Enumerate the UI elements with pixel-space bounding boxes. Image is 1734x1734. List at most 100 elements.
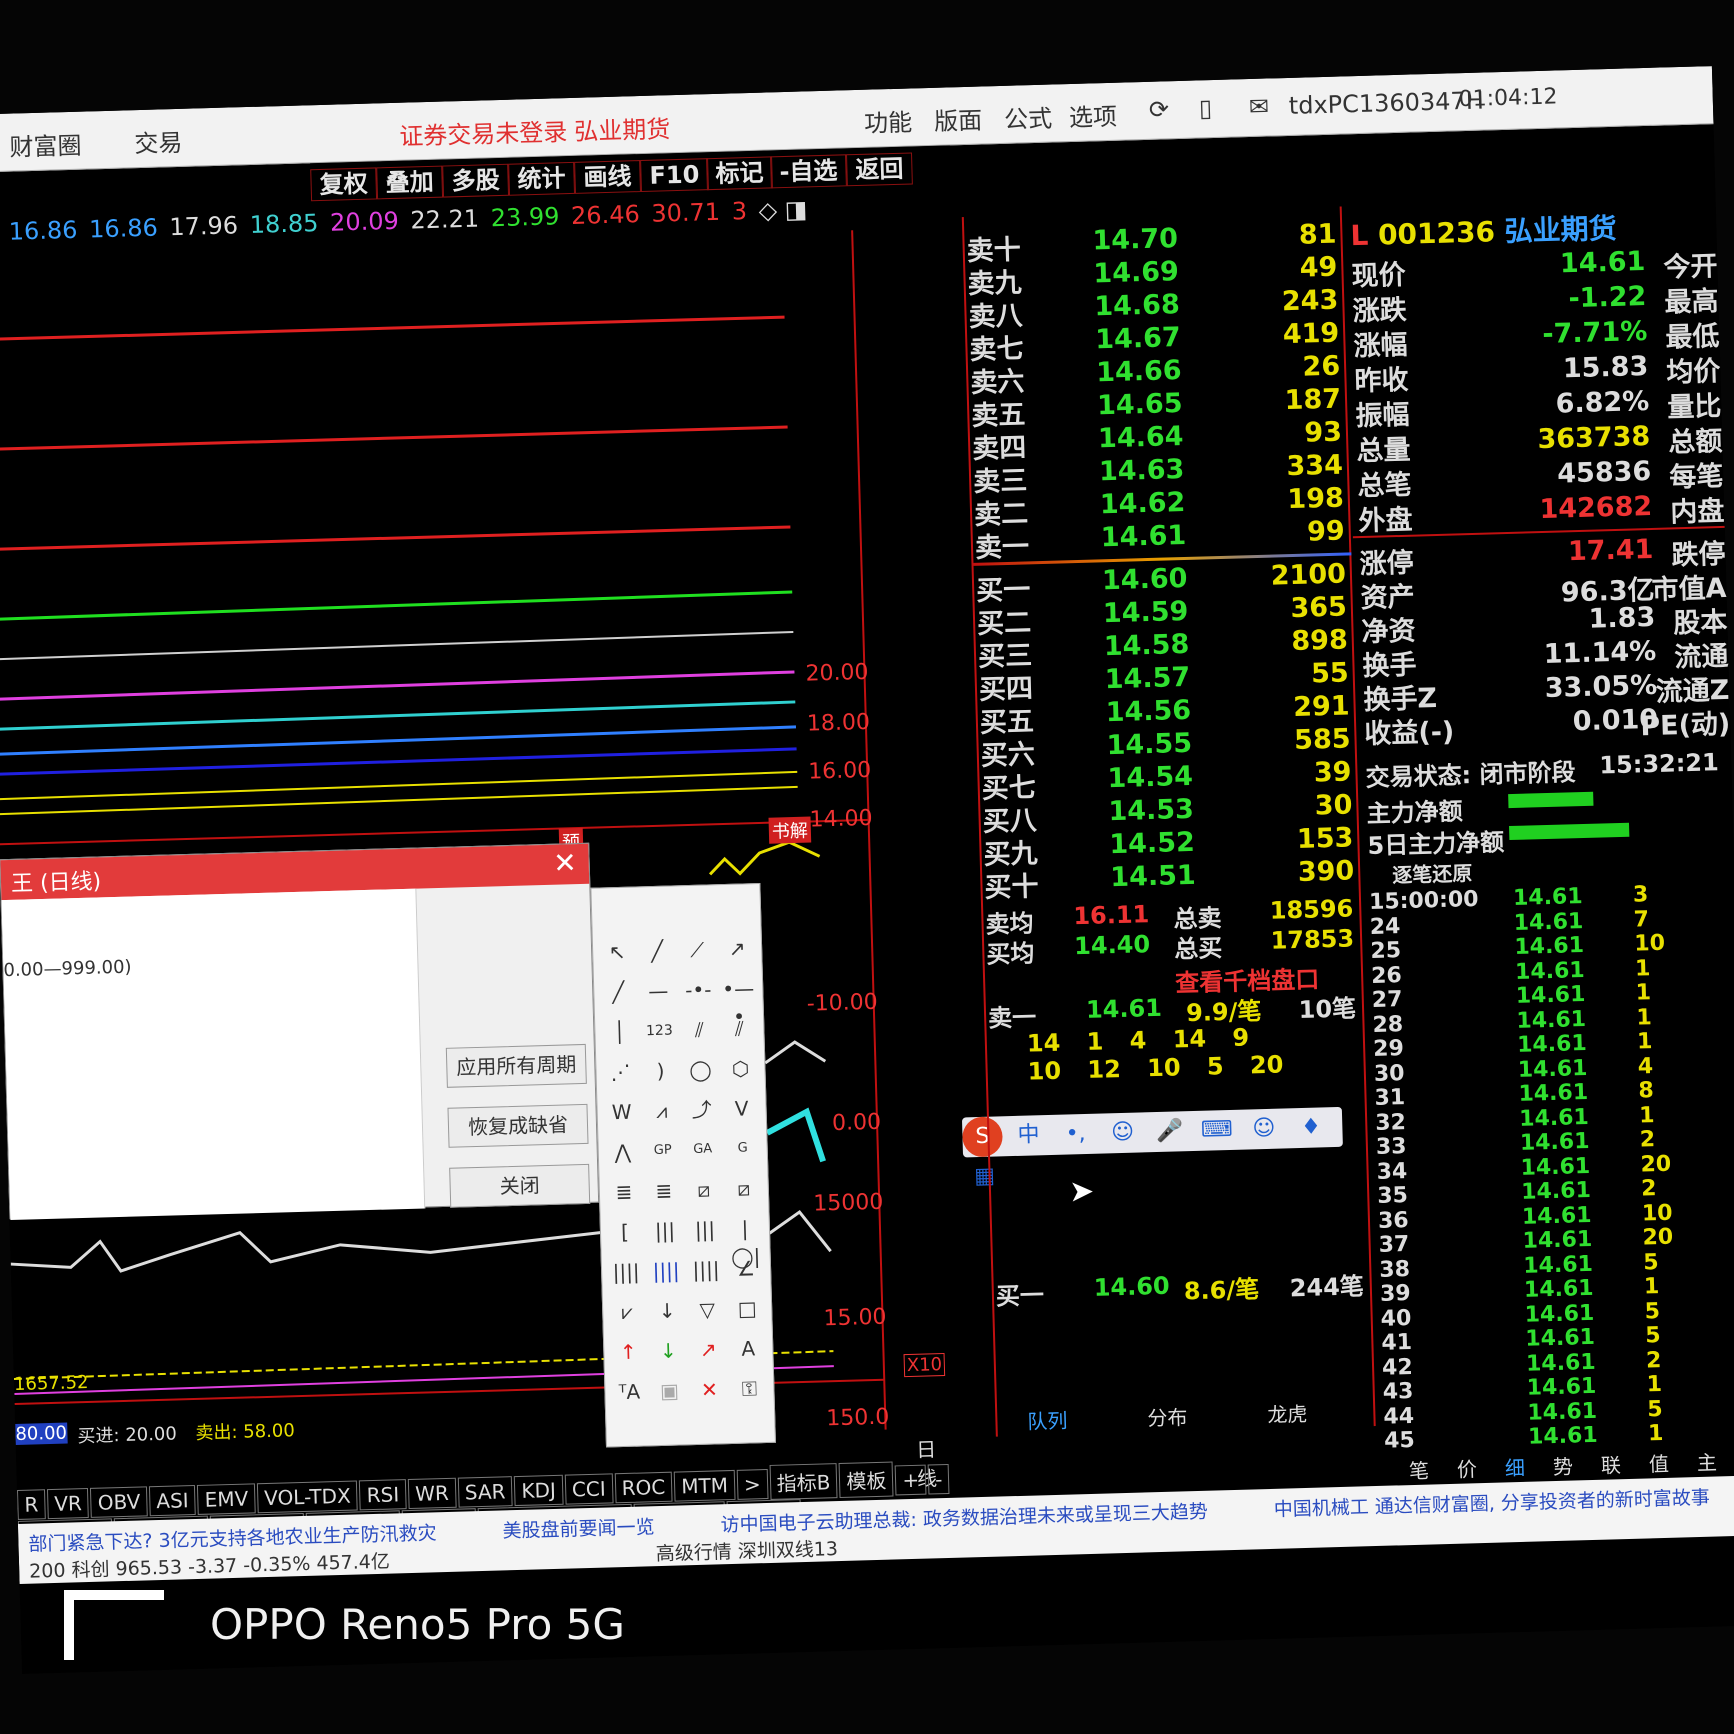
orderbook-tab[interactable]: 队列 [1027, 1405, 1068, 1435]
btn-f10[interactable]: F10 [640, 158, 709, 193]
indicator-tab[interactable]: MTM [673, 1469, 736, 1502]
fib-icon[interactable]: ≣ [608, 1177, 641, 1206]
indicator-tab[interactable]: 模板 [838, 1461, 894, 1499]
indicator-tab[interactable]: EMV [197, 1483, 256, 1515]
arrow-icon[interactable]: ↗ [721, 934, 754, 963]
close-icon[interactable]: ✕ [553, 846, 577, 880]
gann-icon[interactable]: ⧄ [687, 1175, 720, 1204]
btn-watchlist[interactable]: -自选 [770, 154, 847, 189]
wave-icon[interactable]: W [605, 1098, 638, 1127]
mountain-icon[interactable]: ⋀ [606, 1137, 639, 1166]
speed-icon[interactable]: ⩗ [611, 1297, 644, 1326]
indicator-tab[interactable]: OBV [90, 1486, 148, 1518]
gann-fan-icon[interactable]: ⧄ [727, 1174, 760, 1203]
parallel-icon[interactable]: ⫽ [683, 1015, 716, 1044]
box-icon[interactable]: ▣ [653, 1376, 686, 1405]
segment-icon[interactable]: ╱ [602, 978, 635, 1007]
mail-icon[interactable]: ✉ [1248, 92, 1269, 121]
restore-ticks[interactable]: 逐笔还原 [1392, 857, 1473, 888]
btn-multi-stock[interactable]: 多股 [442, 163, 510, 198]
menu-options[interactable]: 选项 [1069, 97, 1118, 133]
indicator-tab[interactable]: - [927, 1463, 950, 1495]
indicator-tab[interactable]: ASI [148, 1484, 197, 1517]
indicator-tab[interactable]: RSI [359, 1479, 407, 1511]
menu-caifuquan[interactable]: 财富圈 [9, 126, 82, 163]
indicator-tab[interactable]: VR [46, 1487, 90, 1520]
close-button[interactable]: 关闭 [449, 1163, 591, 1208]
channel-icon[interactable]: ⫽ [723, 1014, 756, 1043]
rectangle-icon[interactable]: □ [731, 1294, 764, 1323]
indicator-tab[interactable]: CCI [564, 1473, 614, 1505]
time-zone2-icon[interactable]: |||| [650, 1256, 683, 1285]
btn-stats[interactable]: 统计 [508, 161, 576, 196]
indicator-tab[interactable]: WR [407, 1477, 457, 1510]
text-style-icon[interactable]: ᵀA [613, 1377, 646, 1406]
range-icon[interactable]: •—• [722, 974, 755, 1029]
down-arrow-green-icon[interactable]: ↓ [652, 1336, 685, 1365]
indicator-tab[interactable]: SAR [457, 1476, 513, 1508]
order-row[interactable]: 买十 14.51 390 [982, 855, 1361, 903]
indicator-tab[interactable]: R [16, 1489, 46, 1520]
book-marker[interactable]: 书解 [768, 816, 812, 844]
menu-layout[interactable]: 版面 [934, 101, 983, 137]
x10-label[interactable]: X10 [903, 1353, 946, 1378]
refresh-icon[interactable]: ⟳ [1148, 95, 1169, 124]
fan-icon[interactable]: ⋰ [604, 1058, 637, 1087]
v-icon[interactable]: V [725, 1094, 758, 1123]
bars2-icon[interactable]: ||| [689, 1215, 722, 1244]
pointer-icon[interactable]: ↖ [601, 938, 634, 967]
restore-default-button[interactable]: 恢复成缺省 [447, 1103, 589, 1148]
menu-trade[interactable]: 交易 [134, 123, 183, 159]
news-item[interactable]: 中国机械工 通达信财富圈, 分享投资者的新时富故事 [1274, 1487, 1711, 1521]
time-zone-icon[interactable]: |||| [610, 1257, 643, 1286]
zigzag-icon[interactable]: ⩘ [645, 1096, 678, 1125]
orderbook-tab[interactable]: 龙虎 [1267, 1398, 1308, 1428]
angle-icon[interactable]: ∠ [730, 1254, 763, 1283]
bracket-icon[interactable]: [ [609, 1217, 642, 1246]
indicator-tab[interactable]: KDJ [514, 1474, 564, 1507]
up-arrow-icon[interactable]: ↑ [612, 1337, 645, 1366]
delete-icon[interactable]: ✕ [693, 1375, 726, 1404]
btn-back[interactable]: 返回 [846, 152, 913, 187]
orderbook-tab[interactable]: 分布 [1147, 1401, 1188, 1431]
btn-mark[interactable]: 标记 [706, 156, 773, 191]
indicator-tab[interactable]: ROC [614, 1471, 673, 1504]
hline-point-icon[interactable]: -•- [682, 975, 715, 1004]
g-icon[interactable]: G [726, 1134, 759, 1163]
vline-icon[interactable]: │ [603, 1018, 636, 1047]
order-row[interactable]: 卖一 14.61 99 [972, 515, 1351, 564]
text-icon[interactable]: A [732, 1334, 765, 1363]
btn-restore-rights[interactable]: 复权 [310, 167, 378, 202]
news-item[interactable]: 访中国电子云助理总裁: 政务数据治理未来或呈现三大趋势 [720, 1501, 1208, 1537]
ray-icon[interactable]: ⟋ [681, 935, 714, 964]
arc-icon[interactable]: ) [644, 1056, 677, 1085]
indicator-tab[interactable]: > [736, 1469, 769, 1500]
menu-formula[interactable]: 公式 [1004, 99, 1053, 135]
number-icon[interactable]: 123 [643, 1016, 676, 1045]
indicator-tab[interactable]: + [894, 1464, 927, 1496]
cycle-icon[interactable]: ⬡ [724, 1054, 757, 1083]
buy-sell-icon[interactable]: ↗ [692, 1335, 725, 1364]
trend-icon[interactable]: ⤴ [685, 1095, 718, 1124]
news-item[interactable]: 美股盘前要闻一览 [502, 1516, 655, 1542]
lock-icon[interactable]: ⚿ [733, 1374, 766, 1403]
gp-icon[interactable]: GP [646, 1136, 679, 1165]
apply-all-periods-button[interactable]: 应用所有周期 [445, 1043, 587, 1088]
indicator-tab[interactable]: 指标B [769, 1463, 838, 1500]
bars-icon[interactable]: ||| [649, 1216, 682, 1245]
circle-icon[interactable]: ◯ [684, 1055, 717, 1084]
down-arrow-icon[interactable]: ↓ [651, 1296, 684, 1325]
diamond-icon[interactable]: ◇ ◨ [758, 195, 808, 224]
hline-icon[interactable]: — [642, 976, 675, 1005]
indicator-tab[interactable]: VOL-TDX [256, 1480, 359, 1514]
btn-draw[interactable]: 画线 [574, 160, 641, 194]
login-alert[interactable]: 证券交易未登录 [399, 112, 568, 152]
triangle-icon[interactable]: ▽ [691, 1295, 724, 1324]
line-icon[interactable]: ╱ [641, 936, 674, 965]
fib-ext-icon[interactable]: ≣ [647, 1176, 680, 1205]
ga-icon[interactable]: GA [686, 1135, 719, 1164]
cycle-lines-icon[interactable]: |◯| [729, 1214, 762, 1268]
phone-icon[interactable]: ▯ [1198, 94, 1212, 122]
menu-function[interactable]: 功能 [864, 102, 913, 138]
btn-overlay[interactable]: 叠加 [376, 165, 444, 200]
